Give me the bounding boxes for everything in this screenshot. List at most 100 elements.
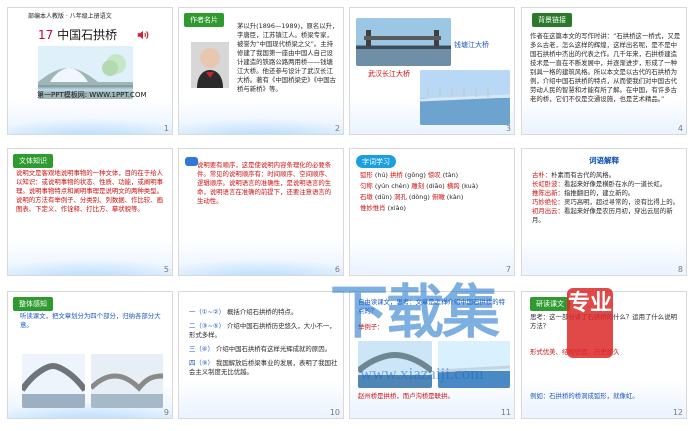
section-tag: 整体感知 bbox=[13, 297, 53, 311]
slide-number: 8 bbox=[677, 265, 683, 274]
word: 横跨 bbox=[446, 182, 460, 190]
part-label: 一（①~②） bbox=[189, 308, 225, 316]
structure-item: 一（①~②） 概括介绍石拱桥的特点。 bbox=[189, 308, 339, 317]
task-text: 听读课文，把文章划分为四个部分，归纳各部分大意。 bbox=[20, 312, 161, 329]
slide-number: 7 bbox=[505, 265, 511, 274]
footer-url: 第一PPT模板网: WWW.1PPT.COM bbox=[37, 91, 147, 99]
section-pill: 字词学习 bbox=[356, 155, 396, 168]
word: 惟妙惟肖 bbox=[360, 204, 386, 212]
watermark-seal: 专业 bbox=[567, 288, 613, 358]
word: 俯瞰 bbox=[431, 193, 445, 201]
slide-10[interactable]: 一（①~②） 概括介绍石拱桥的特点。 二（③~⑤） 介绍中国石拱桥历史悠久，大小… bbox=[178, 291, 344, 419]
slide-number: 1 bbox=[163, 124, 169, 133]
word: 匀称 bbox=[360, 182, 373, 190]
word: 拱桥 bbox=[389, 171, 403, 179]
watermark-text: 下载集 bbox=[330, 278, 500, 346]
author-photo bbox=[191, 42, 229, 88]
bridge-photo-1 bbox=[356, 18, 451, 66]
structure-item: 二（③~⑤） 介绍中国石拱桥历史悠久，大小不一，形式多样。 bbox=[189, 322, 339, 340]
section-tag: 研读课文 bbox=[530, 297, 570, 311]
section-tag: 文体知识 bbox=[13, 154, 53, 168]
word: 洞孔 bbox=[394, 193, 407, 201]
order-text: 说明要有顺序，这是使说明内容条理化的必要条件。常见的说明顺序有：时间顺序、空间顺… bbox=[197, 161, 332, 205]
definition: 灵巧高明，超过寻常的，没有比得上的。 bbox=[563, 198, 679, 206]
slide-1[interactable]: 部编本人教版 · 八年级上册语文 17 中国石拱桥 第一PPT模板网: WWW.… bbox=[7, 7, 173, 135]
author-bio: 茅以升(1896—1989)，原名以升，字唐臣，江苏镇江人。桥梁专家，被誉为“中… bbox=[237, 22, 339, 93]
word: 雕刻 bbox=[411, 182, 425, 190]
word-row: 匀称 (yún chèn) 雕刻 (diāo) 横跨 (kuà) bbox=[360, 182, 479, 190]
definition-row: 古朴：朴素而有古代的风格。 bbox=[532, 171, 682, 180]
definition: 指推翻旧的，建立新的。 bbox=[563, 189, 635, 197]
part-label: 三（⑥） bbox=[189, 345, 214, 353]
slide-number: 11 bbox=[500, 408, 511, 417]
term: 长虹卧波： bbox=[532, 180, 564, 188]
definition-row: 长虹卧波：看起来好像是横卧在水的一道长虹。 bbox=[532, 180, 682, 189]
slide-2[interactable]: 作者名片 茅以升(1896—1989)，原名以升，字唐臣，江苏镇江人。桥梁专家，… bbox=[178, 7, 344, 135]
pinyin: diāo bbox=[428, 182, 443, 190]
word: 石墩 bbox=[360, 193, 373, 201]
word: 惊叹 bbox=[427, 171, 441, 179]
slide-9[interactable]: 整体感知 听读课文，把文章划分为四个部分，归纳各部分大意。 9 bbox=[7, 291, 173, 419]
part-label: 二（③~⑤） bbox=[189, 322, 225, 330]
word-row: 石墩 (dūn) 洞孔 (dòng) 俯瞰 (kàn) bbox=[360, 193, 464, 201]
slide-number: 4 bbox=[677, 124, 683, 133]
watermark-url: www.xiazaiji.com bbox=[360, 364, 484, 383]
slide-grid: 部编本人教版 · 八年级上册语文 17 中国石拱桥 第一PPT模板网: WWW.… bbox=[0, 0, 700, 431]
part-desc: 概括介绍石拱桥的特点。 bbox=[227, 308, 298, 316]
bridge-label-1: 钱塘江大桥 bbox=[454, 41, 489, 49]
bridge-photo-2 bbox=[420, 70, 510, 125]
term: 古朴： bbox=[532, 171, 552, 179]
word-row: 惟妙惟肖 (xiào) bbox=[360, 204, 406, 212]
pinyin: kuà bbox=[464, 182, 476, 190]
speaker-icon[interactable] bbox=[136, 27, 150, 41]
definition-row: 巧妙绝伦：灵巧高明，超过寻常的，没有比得上的。 bbox=[532, 198, 682, 207]
bridge-photo-4 bbox=[91, 354, 163, 408]
slide-number: 10 bbox=[329, 408, 340, 417]
pinyin: xiào bbox=[390, 204, 404, 212]
definitions: 古朴：朴素而有古代的风格。 长虹卧波：看起来好像是横卧在水的一道长虹。 推陈出新… bbox=[532, 171, 682, 267]
slide-title: 词语解释 bbox=[589, 156, 619, 165]
slide-number: 2 bbox=[334, 124, 340, 133]
pinyin: hú bbox=[377, 171, 386, 179]
caption: 赵州桥是拱桥，而卢沟桥是联拱。 bbox=[358, 392, 454, 400]
term: 推陈出新： bbox=[532, 189, 564, 197]
background-text: 作者在这篇本文的写作时讲：“石拱桥这一桥式，又是多么古老，怎么这样的辉煌，这样出… bbox=[530, 32, 681, 103]
slide-3[interactable]: 钱塘江大桥 武汉长江大桥 3 bbox=[349, 7, 515, 135]
term: 巧妙绝伦： bbox=[532, 198, 564, 206]
section-tag: 背景链接 bbox=[532, 13, 572, 27]
definition: 朴素而有古代的风格。 bbox=[551, 171, 616, 179]
part-desc: 介绍中国石拱桥有这样光辉成就的原因。 bbox=[215, 345, 331, 353]
slide-8[interactable]: 词语解释 古朴：朴素而有古代的风格。 长虹卧波：看起来好像是横卧在水的一道长虹。… bbox=[521, 148, 687, 276]
title: 17 中国石拱桥 bbox=[38, 26, 117, 43]
structure-list: 一（①~②） 概括介绍石拱桥的特点。 二（③~⑤） 介绍中国石拱桥历史悠久，大小… bbox=[189, 308, 339, 412]
slide-6[interactable]: 说明要有顺序，这是使说明内容条理化的必要条件。常见的说明顺序有：时间顺序、空间顺… bbox=[178, 148, 344, 276]
pinyin: gǒng bbox=[407, 171, 424, 179]
bridge-photo-3 bbox=[22, 354, 85, 408]
slide-5[interactable]: 文体知识 说明文是客观地说明事物的一种文体，目的在于给人以知识：或说明事物的状态… bbox=[7, 148, 173, 276]
words-list: 弧形 (hú) 拱桥 (gǒng) 惊叹 (tàn) 匀称 (yún chèn)… bbox=[360, 171, 510, 267]
pinyin: dūn bbox=[377, 193, 390, 201]
definition: 看起来好像是横卧在水的一道长虹。 bbox=[563, 180, 667, 188]
pinyin: dòng bbox=[411, 193, 428, 201]
definition-row: 初月出云：看起来好像是农历月初，穿出云层的新月。 bbox=[532, 207, 682, 225]
slide-number: 9 bbox=[163, 408, 169, 417]
part-label: 四（⑨） bbox=[189, 359, 214, 367]
pinyin: yún chèn bbox=[377, 182, 407, 190]
title-text: 中国石拱桥 bbox=[57, 28, 118, 42]
example-text: 例如：石拱桥的桥洞成弧形，就像虹。 bbox=[530, 392, 639, 400]
structure-item: 四（⑨） 我国解放后桥梁事业的发展，表明了我国社会主义制度无比优越。 bbox=[189, 359, 339, 377]
pinyin: tàn bbox=[445, 171, 456, 179]
slide-7[interactable]: 字词学习 弧形 (hú) 拱桥 (gǒng) 惊叹 (tàn) 匀称 (yún … bbox=[349, 148, 515, 276]
slide-number: 5 bbox=[163, 265, 169, 274]
slide-4[interactable]: 背景链接 作者在这篇本文的写作时讲：“石拱桥这一桥式，又是多么古老，怎么这样的辉… bbox=[521, 7, 687, 135]
section-tag: 作者名片 bbox=[184, 13, 224, 27]
genre-text: 说明文是客观地说明事物的一种文体，目的在于给人以知识：或说明事物的状态、性质、功… bbox=[16, 169, 163, 213]
slide-number: 3 bbox=[505, 124, 511, 133]
subtitle: 部编本人教版 · 八年级上册语文 bbox=[28, 13, 112, 20]
bridge-label-2: 武汉长江大桥 bbox=[368, 70, 410, 78]
slide-wave bbox=[8, 108, 172, 134]
definition-row: 推陈出新：指推翻旧的，建立新的。 bbox=[532, 189, 682, 198]
structure-item: 三（⑥） 介绍中国石拱桥有这样光辉成就的原因。 bbox=[189, 345, 339, 354]
title-number: 17 bbox=[38, 28, 54, 42]
pinyin: kàn bbox=[449, 193, 461, 201]
